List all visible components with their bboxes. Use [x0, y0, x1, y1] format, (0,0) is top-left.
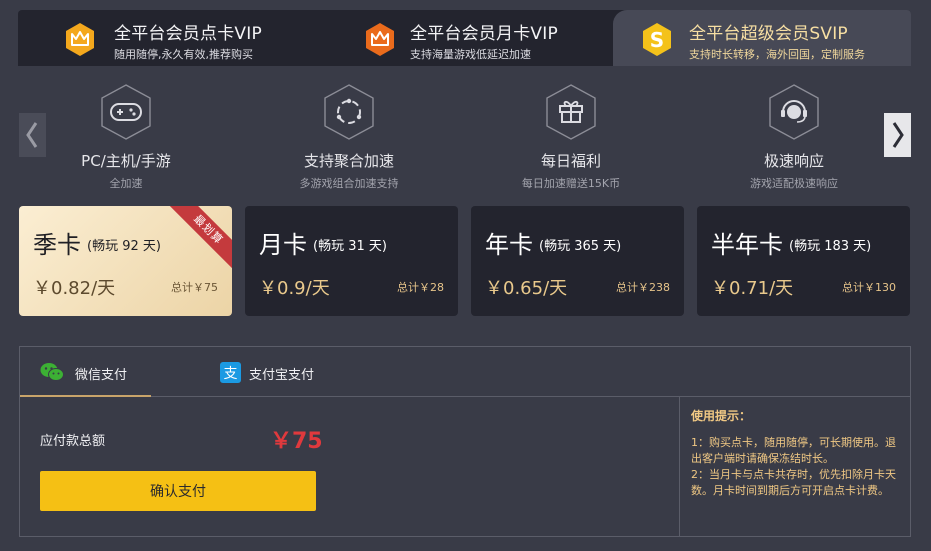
gift-icon — [546, 84, 596, 140]
plan-card-monthly[interactable]: 月卡 (畅玩 31 天) ￥0.9/天 总计￥28 — [245, 206, 458, 316]
tab-subtitle: 支持海量游戏低延迟加速 — [410, 48, 531, 61]
feature-item: 支持聚合加速 多游戏组合加速支持 — [264, 84, 434, 194]
tab-title: 全平台超级会员SVIP — [689, 24, 848, 44]
feature-label: PC/主机/手游 — [81, 152, 171, 170]
feature-item: 每日福利 每日加速赠送15K币 — [486, 84, 656, 194]
tab-monthly-card-vip[interactable]: 全平台会员月卡VIP 支持海量游戏低延迟加速 — [318, 10, 618, 66]
svg-text:支: 支 — [224, 366, 238, 382]
plan-price-per-day: ￥0.82/天 — [33, 278, 116, 299]
plan-name: 半年卡 (畅玩 183 天) — [711, 225, 871, 260]
amount-due: ￥75 — [270, 429, 323, 454]
tab-title: 全平台会员点卡VIP — [114, 24, 262, 44]
tip-line: 1：购买点卡，随用随停，可长期使用。退出客户端时请确保冻结时长。 — [691, 436, 896, 465]
plan-name-text: 月卡 — [259, 231, 307, 259]
plan-card-quarterly[interactable]: 最划算 季卡 (畅玩 92 天) ￥0.82/天 总计￥75 — [19, 206, 232, 316]
plan-duration: (畅玩 31 天) — [313, 239, 387, 254]
tab-super-svip[interactable]: S 全平台超级会员SVIP 支持时长转移，海外回国，定制服务 — [613, 10, 911, 66]
feature-label: 每日福利 — [540, 152, 601, 170]
plan-card-half-year[interactable]: 半年卡 (畅玩 183 天) ￥0.71/天 总计￥130 — [697, 206, 910, 316]
gamepad-icon — [101, 84, 151, 140]
crown-icon — [66, 23, 94, 56]
plan-price-per-day: ￥0.71/天 — [711, 278, 794, 299]
amount-label: 应付款总额 — [40, 434, 106, 449]
plan-name: 月卡 (畅玩 31 天) — [259, 225, 387, 260]
membership-tabs: 全平台会员点卡VIP 随用随停,永久有效,推荐购买 全平台会员月卡VIP 支持海… — [18, 10, 911, 66]
payment-tab-label: 支付宝支付 — [249, 368, 315, 383]
plan-name: 季卡 (畅玩 92 天) — [33, 225, 161, 260]
tab-alipay[interactable]: 支 支付宝支付 — [210, 347, 340, 397]
headset-icon — [769, 84, 819, 140]
tab-subtitle: 支持时长转移，海外回国，定制服务 — [689, 48, 865, 61]
plan-price-per-day: ￥0.9/天 — [259, 278, 330, 299]
plan-total: 总计￥130 — [842, 281, 896, 294]
feature-subtitle: 游戏适配极速响应 — [750, 177, 838, 190]
feature-item: PC/主机/手游 全加速 — [41, 84, 211, 194]
crown-icon — [366, 23, 394, 56]
feature-subtitle: 每日加速赠送15K币 — [521, 177, 621, 190]
plan-price-per-day: ￥0.65/天 — [485, 278, 568, 299]
plan-duration: (畅玩 92 天) — [87, 239, 161, 254]
plan-name-text: 年卡 — [485, 231, 533, 259]
plan-name: 年卡 (畅玩 365 天) — [485, 225, 621, 260]
feature-item: 极速响应 游戏适配极速响应 — [709, 84, 879, 194]
tab-title: 全平台会员月卡VIP — [410, 24, 558, 44]
payment-tab-label: 微信支付 — [75, 368, 128, 383]
plan-total: 总计￥238 — [616, 281, 670, 294]
usage-tips: 使用提示： 1：购买点卡，随用随停，可长期使用。退出客户端时请确保冻结时长。 2… — [679, 397, 910, 536]
tab-subtitle: 随用随停,永久有效,推荐购买 — [114, 48, 253, 61]
confirm-payment-button[interactable]: 确认支付 — [40, 471, 316, 511]
wechat-icon — [40, 363, 64, 381]
dollar-icon: S — [643, 23, 671, 56]
feature-label: 极速响应 — [763, 152, 824, 170]
tip-line: 2：当月卡与点卡共存时，优先扣除月卡天数。月卡时间到期后方可开启点卡计费。 — [691, 468, 896, 497]
payment-method-tabs: 微信支付 支 支付宝支付 — [20, 347, 910, 397]
payment-panel: 微信支付 支 支付宝支付 应付款总额 ￥75 确认支付 使用提示： 1：购买点卡… — [19, 346, 911, 537]
tips-heading: 使用提示： — [691, 409, 752, 423]
plan-duration: (畅玩 365 天) — [539, 239, 622, 254]
feature-label: 支持聚合加速 — [303, 152, 394, 170]
feature-subtitle: 全加速 — [109, 177, 143, 190]
carousel-next-button[interactable] — [884, 113, 911, 157]
feature-subtitle: 多游戏组合加速支持 — [299, 177, 399, 190]
plan-name-text: 半年卡 — [711, 231, 783, 259]
plan-name-text: 季卡 — [33, 231, 81, 259]
tab-wechat-pay[interactable]: 微信支付 — [20, 347, 151, 397]
tab-points-card-vip[interactable]: 全平台会员点卡VIP 随用随停,永久有效,推荐购买 — [18, 10, 318, 66]
plan-total: 总计￥28 — [397, 281, 444, 294]
alipay-icon: 支 — [220, 362, 241, 383]
plan-total: 总计￥75 — [171, 281, 218, 294]
plan-card-yearly[interactable]: 年卡 (畅玩 365 天) ￥0.65/天 总计￥238 — [471, 206, 684, 316]
best-value-ribbon: 最划算 — [166, 206, 232, 272]
orbit-icon — [324, 84, 374, 140]
plan-duration: (畅玩 183 天) — [789, 239, 872, 254]
svg-text:S: S — [650, 28, 664, 52]
